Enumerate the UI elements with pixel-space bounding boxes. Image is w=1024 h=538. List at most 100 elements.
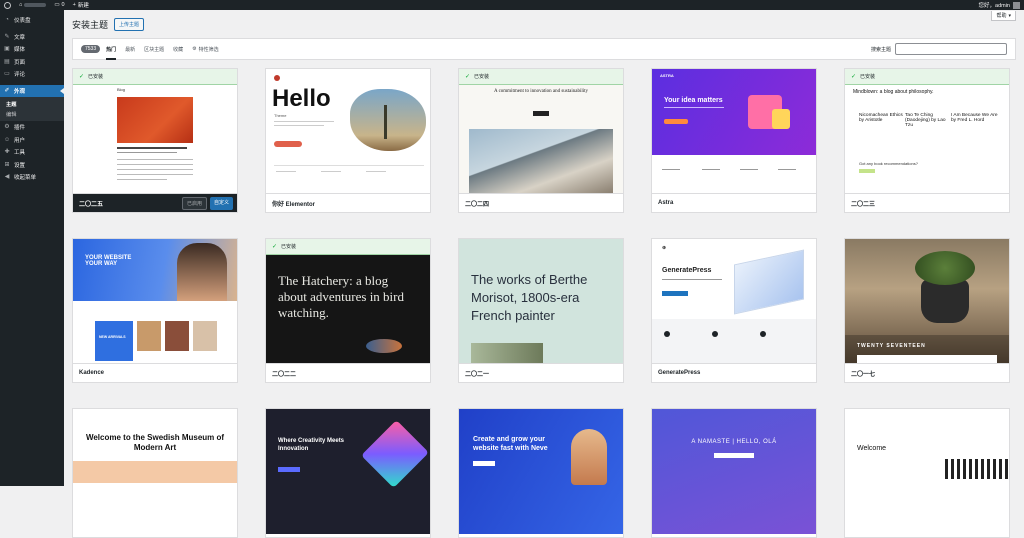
site-name-blurred: [24, 3, 47, 7]
admin-bar: ⌂ ▭ 0 + 新建 您好，admin: [0, 0, 1024, 10]
appearance-submenu: 主题 编辑: [0, 97, 64, 121]
search-area: 搜索主题: [871, 43, 1007, 55]
sidebar-item-appearance[interactable]: ✐ 外观: [0, 84, 64, 97]
theme-screenshot: Welcome to the Swedish Museum of Modern …: [73, 409, 237, 534]
theme-card[interactable]: ⊕ GeneratePress GeneratePress: [651, 238, 817, 383]
sidebar-item-dashboard[interactable]: ◔ 仪表盘: [0, 14, 64, 27]
preview-text: NEW ARRIVALS: [99, 335, 126, 339]
tab-popular[interactable]: 热门: [106, 46, 117, 60]
theme-screenshot: A commitment to innovation and sustainab…: [459, 69, 623, 194]
greeting: 您好，admin: [978, 3, 1010, 9]
new-label: 新建: [77, 3, 89, 9]
theme-card[interactable]: Hello Theme 你好 Elementor: [265, 68, 431, 213]
admin-sidebar: ◔ 仪表盘 ✎ 文章 ▣ 媒体 ▤ 页面 ▭ 评论 ✐ 外观 主题 编辑 ⚙ 插件 ☺ 用户 ✚…: [0, 10, 64, 486]
theme-screenshot: YOUR WEBSITE YOUR WAY NEW ARRIVALS: [73, 239, 237, 364]
preview-text: Blog: [117, 87, 126, 92]
theme-filter-bar: 7533 热门 最新 区块主题 收藏 ⚙ 特性筛选 搜索主题: [72, 38, 1016, 60]
theme-card[interactable]: Create and grow your website fast with N…: [458, 408, 624, 538]
installed-notice: ✓ 已安装: [73, 69, 237, 85]
theme-name-bar: 二〇一七: [845, 363, 1009, 382]
feature-filter-button[interactable]: ⚙ 特性筛选: [192, 46, 219, 53]
search-input[interactable]: [895, 43, 1007, 55]
theme-screenshot: Mindblown: a blog about philosophy. Nico…: [845, 69, 1009, 194]
search-label: 搜索主题: [870, 46, 891, 53]
installed-notice: ✓ 已安装: [459, 69, 623, 85]
help-tab[interactable]: 帮助 ▾: [991, 11, 1016, 21]
theme-name: 二〇二一: [465, 371, 490, 378]
pin-icon: ✎: [4, 33, 10, 40]
sidebar-item-pages[interactable]: ▤ 页面: [0, 56, 64, 69]
theme-screenshot: Where Creativity Meets Innovation: [266, 409, 430, 534]
theme-card[interactable]: ✓ 已安装 Blog 二〇二五 已启用 自定义: [72, 68, 238, 213]
preview-text: Got any book recommendations?: [859, 161, 918, 166]
preview-text: Where Creativity Meets Innovation: [278, 438, 345, 452]
upload-theme-button[interactable]: 上传主题: [114, 18, 145, 31]
theme-name: 二〇二二: [272, 371, 297, 378]
preview-text: Tao Te Ching (Daodejing) by Lao Tzu: [905, 113, 946, 128]
plugin-icon: ⚙: [4, 124, 10, 131]
preview-text: I Am Because We Are by Fred L. Hord: [951, 113, 998, 123]
preview-text: Welcome: [857, 445, 887, 452]
main-content: 帮助 ▾ 安装主题 上传主题 7533 热门 最新 区块主题 收藏 ⚙ 特性筛选 搜…: [64, 10, 1024, 538]
submenu-themes[interactable]: 主题: [0, 99, 64, 109]
sidebar-item-users[interactable]: ☺ 用户: [0, 134, 64, 147]
theme-card[interactable]: Welcome to the Swedish Museum of Modern …: [72, 408, 238, 538]
theme-screenshot: The Hatchery: a blog about adventures in…: [266, 239, 430, 364]
activated-button: 已启用: [181, 196, 207, 210]
new-content-menu[interactable]: + 新建: [73, 1, 89, 9]
sidebar-item-media[interactable]: ▣ 媒体: [0, 43, 64, 56]
dashboard-icon: ◔: [5, 17, 9, 24]
sidebar-item-settings[interactable]: ⊞ 设置: [0, 159, 64, 172]
sidebar-item-posts[interactable]: ✎ 文章: [0, 31, 64, 44]
site-name-menu[interactable]: ⌂: [19, 2, 47, 8]
theme-card[interactable]: Where Creativity Meets Innovation: [265, 408, 431, 538]
submenu-editor[interactable]: 编辑: [0, 109, 64, 119]
theme-card[interactable]: ✓ 已安装 A commitment to innovation and sust…: [458, 68, 624, 213]
sidebar-item-comments[interactable]: ▭ 评论: [0, 68, 64, 81]
plus-icon: +: [72, 2, 76, 8]
theme-name: 二〇二三: [851, 201, 876, 208]
settings-icon: ⊞: [4, 161, 10, 168]
sidebar-item-tools[interactable]: ✚ 工具: [0, 146, 64, 159]
preview-text: Nicomachean Ethics by Aristotle: [859, 113, 903, 123]
theme-card[interactable]: ✓ 已安装 The Hatchery: a blog about adventur…: [265, 238, 431, 383]
tab-favorites[interactable]: 收藏: [173, 46, 183, 53]
preview-text: TWENTY SEVENTEEN: [857, 343, 926, 349]
comments-menu[interactable]: ▭ 0: [54, 2, 64, 8]
theme-card[interactable]: TWENTY SEVENTEEN 二〇一七: [844, 238, 1010, 383]
theme-name-bar: 二〇二三: [845, 193, 1009, 212]
users-icon: ☺: [4, 136, 11, 143]
theme-card[interactable]: Welcome: [844, 408, 1010, 538]
theme-name: GeneratePress: [658, 370, 701, 376]
tab-block-themes[interactable]: 区块主题: [144, 46, 164, 53]
wordpress-icon: [4, 1, 11, 9]
sidebar-item-collapse[interactable]: ◀ 收起菜单: [0, 171, 64, 184]
theme-card[interactable]: YOUR WEBSITE YOUR WAY NEW ARRIVALS Kaden…: [72, 238, 238, 383]
gear-icon: ⚙: [192, 46, 197, 52]
preview-text: Create and grow your website fast with N…: [473, 436, 548, 452]
theme-screenshot: Blog: [73, 69, 237, 194]
preview-text: Your idea matters: [664, 97, 723, 104]
page-title: 安装主题: [72, 20, 109, 30]
customize-button[interactable]: 自定义: [209, 196, 233, 210]
preview-text: ASTRA: [660, 73, 674, 78]
theme-card[interactable]: ASTRA Your idea matters Astra: [651, 68, 817, 213]
tools-icon: ✚: [4, 149, 10, 156]
sidebar-item-plugins[interactable]: ⚙ 插件: [0, 121, 64, 134]
preview-text: The Hatchery: a blog about adventures in…: [278, 273, 404, 320]
page-header: 安装主题 上传主题: [72, 18, 145, 31]
preview-text: YOUR WEBSITE YOUR WAY: [85, 255, 132, 267]
theme-grid: ✓ 已安装 Blog 二〇二五 已启用 自定义 Hello Theme 你好 E…: [72, 68, 1016, 538]
theme-name: Astra: [658, 200, 674, 206]
theme-card[interactable]: The works of Berthe Morisot, 1800s-era F…: [458, 238, 624, 383]
wp-logo-menu[interactable]: [4, 1, 11, 9]
my-account-menu[interactable]: 您好，admin: [979, 1, 1020, 9]
installed-notice: ✓ 已安装: [845, 69, 1009, 85]
theme-screenshot: Hello Theme: [266, 69, 430, 194]
tab-latest[interactable]: 最新: [125, 46, 135, 53]
theme-card[interactable]: ✓ 已安装 Mindblown: a blog about philosophy.…: [844, 68, 1010, 213]
preview-text: Hello: [272, 85, 331, 112]
theme-card[interactable]: A NAMASTE | HELLO, OLÁ: [651, 408, 817, 538]
theme-screenshot: ASTRA Your idea matters: [652, 69, 816, 194]
preview-text: Welcome to the Swedish Museum of Modern …: [85, 433, 225, 452]
